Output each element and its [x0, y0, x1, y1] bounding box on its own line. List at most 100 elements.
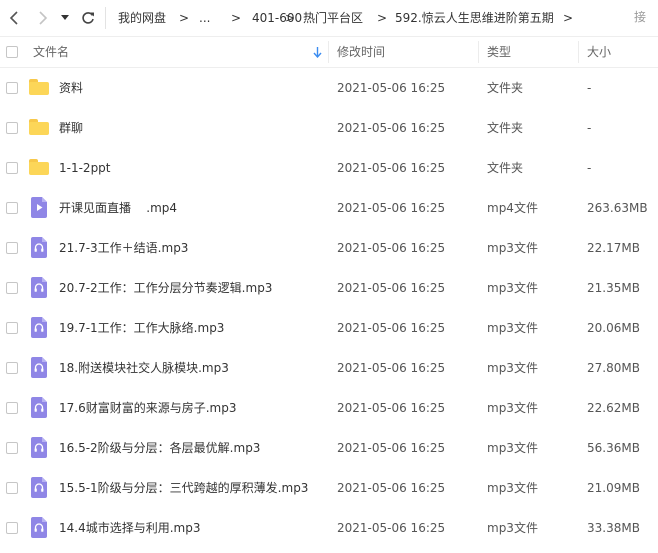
file-type: mp3文件 — [487, 401, 538, 415]
file-size: - — [587, 121, 592, 135]
column-type-header[interactable]: 类型 — [487, 37, 511, 67]
forward-button[interactable] — [32, 7, 54, 29]
file-type: 文件夹 — [487, 161, 524, 175]
select-all-checkbox[interactable] — [6, 46, 18, 58]
file-row[interactable]: 21.7-3工作＋结语.mp3 2021-05-06 16:25 mp3文件 22.1… — [0, 228, 658, 268]
file-name[interactable]: 群聊 — [59, 120, 83, 136]
breadcrumb-separator: > — [285, 11, 296, 25]
file-type: mp4文件 — [487, 201, 538, 215]
file-row[interactable]: 17.6财富财富的来源与房子.mp3 2021-05-06 16:25 mp3文件 2… — [0, 388, 658, 428]
file-name[interactable]: 14.4城市选择与利用.mp3 — [59, 520, 200, 536]
file-row[interactable]: 资料 2021-05-06 16:25 文件夹 - — [0, 68, 658, 108]
row-checkbox[interactable] — [6, 362, 18, 374]
column-divider[interactable] — [328, 41, 329, 63]
row-checkbox[interactable] — [6, 162, 18, 174]
row-checkbox[interactable] — [6, 442, 18, 454]
chevron-left-icon — [9, 11, 18, 25]
column-divider[interactable] — [578, 41, 579, 63]
breadcrumb-separator: > — [179, 11, 190, 25]
file-modified-time: 2021-05-06 16:25 — [337, 361, 446, 375]
folder-icon — [29, 119, 49, 135]
row-checkbox[interactable] — [6, 242, 18, 254]
sort-arrow-down-icon[interactable] — [313, 47, 322, 58]
history-dropdown-button[interactable] — [57, 7, 73, 29]
file-name[interactable]: 16.5-2阶级与分层：各层最优解.mp3 — [59, 440, 260, 456]
file-row[interactable]: 20.7-2工作：工作分层分节奏逻辑.mp3 2021-05-06 16:25 mp… — [0, 268, 658, 308]
file-name[interactable]: 17.6财富财富的来源与房子.mp3 — [59, 400, 236, 416]
audio-file-icon — [31, 477, 47, 498]
file-type: mp3文件 — [487, 441, 538, 455]
row-checkbox[interactable] — [6, 282, 18, 294]
file-modified-time: 2021-05-06 16:25 — [337, 201, 446, 215]
column-name-header[interactable]: 文件名 — [33, 37, 69, 67]
file-modified-time: 2021-05-06 16:25 — [337, 281, 446, 295]
file-size: 21.35MB — [587, 281, 640, 295]
column-modified-header[interactable]: 修改时间 — [337, 37, 385, 67]
folder-icon — [29, 159, 49, 175]
file-type: mp3文件 — [487, 321, 538, 335]
audio-file-icon — [31, 317, 47, 338]
file-modified-time: 2021-05-06 16:25 — [337, 521, 446, 535]
file-name[interactable]: 15.5-1阶级与分层：三代跨越的厚积薄发.mp3 — [59, 480, 308, 496]
file-row[interactable]: 18.附送模块社交人脉模块.mp3 2021-05-06 16:25 mp3文件 27… — [0, 348, 658, 388]
breadcrumb-separator: > — [563, 11, 574, 25]
folder-icon — [29, 79, 49, 95]
column-header: 文件名 修改时间 类型 大小 — [0, 36, 658, 68]
column-size-header[interactable]: 大小 — [587, 37, 611, 67]
file-row[interactable]: 16.5-2阶级与分层：各层最优解.mp3 2021-05-06 16:25 mp3… — [0, 428, 658, 468]
file-modified-time: 2021-05-06 16:25 — [337, 241, 446, 255]
file-row[interactable]: 1-1-2ppt 2021-05-06 16:25 文件夹 - — [0, 148, 658, 188]
breadcrumb-root[interactable]: 我的网盘 — [118, 10, 166, 26]
file-type: mp3文件 — [487, 281, 538, 295]
row-checkbox[interactable] — [6, 322, 18, 334]
file-size: 22.17MB — [587, 241, 640, 255]
row-checkbox[interactable] — [6, 482, 18, 494]
chevron-right-icon — [39, 11, 48, 25]
file-name[interactable]: 19.7-1工作：工作大脉络.mp3 — [59, 320, 224, 336]
file-row[interactable]: 14.4城市选择与利用.mp3 2021-05-06 16:25 mp3文件 33.3… — [0, 508, 658, 548]
row-checkbox[interactable] — [6, 202, 18, 214]
refresh-button[interactable] — [77, 7, 99, 29]
caret-down-icon — [61, 15, 69, 20]
row-checkbox[interactable] — [6, 522, 18, 534]
file-name[interactable]: 20.7-2工作：工作分层分节奏逻辑.mp3 — [59, 280, 272, 296]
file-type: 文件夹 — [487, 81, 524, 95]
breadcrumb-item[interactable]: 热门平台区 — [303, 10, 363, 26]
video-file-icon — [31, 197, 47, 218]
file-row[interactable]: 19.7-1工作：工作大脉络.mp3 2021-05-06 16:25 mp3文件 2… — [0, 308, 658, 348]
file-modified-time: 2021-05-06 16:25 — [337, 81, 446, 95]
file-name[interactable]: 18.附送模块社交人脉模块.mp3 — [59, 360, 229, 376]
file-row[interactable]: 群聊 2021-05-06 16:25 文件夹 - — [0, 108, 658, 148]
file-type: mp3文件 — [487, 361, 538, 375]
breadcrumb-separator: > — [377, 11, 388, 25]
file-name[interactable]: 开课见面直播 .mp4 — [59, 200, 177, 216]
file-size: 263.63MB — [587, 201, 648, 215]
file-size: 21.09MB — [587, 481, 640, 495]
file-modified-time: 2021-05-06 16:25 — [337, 481, 446, 495]
nav-divider — [105, 7, 106, 29]
file-row[interactable]: 开课见面直播 .mp4 2021-05-06 16:25 mp4文件 263.63MB — [0, 188, 658, 228]
file-name[interactable]: 1-1-2ppt — [59, 160, 111, 176]
file-size: 20.06MB — [587, 321, 640, 335]
file-row[interactable]: 15.5-1阶级与分层：三代跨越的厚积薄发.mp3 2021-05-06 16:2… — [0, 468, 658, 508]
row-checkbox[interactable] — [6, 82, 18, 94]
file-size: 27.80MB — [587, 361, 640, 375]
row-checkbox[interactable] — [6, 402, 18, 414]
file-type: mp3文件 — [487, 241, 538, 255]
breadcrumb-current[interactable]: 592.惊云人生思维进阶第五期 — [395, 10, 554, 26]
back-button[interactable] — [4, 7, 26, 29]
file-size: - — [587, 161, 592, 175]
refresh-icon — [82, 12, 94, 24]
file-modified-time: 2021-05-06 16:25 — [337, 321, 446, 335]
row-checkbox[interactable] — [6, 122, 18, 134]
file-size: 22.62MB — [587, 401, 640, 415]
breadcrumb-ellipsis[interactable]: ... — [199, 10, 210, 26]
toolbar-clipped-label[interactable]: 接 — [634, 8, 646, 25]
file-name[interactable]: 资料 — [59, 80, 83, 96]
column-divider[interactable] — [478, 41, 479, 63]
audio-file-icon — [31, 357, 47, 378]
audio-file-icon — [31, 517, 47, 538]
file-modified-time: 2021-05-06 16:25 — [337, 401, 446, 415]
file-name[interactable]: 21.7-3工作＋结语.mp3 — [59, 240, 188, 256]
file-modified-time: 2021-05-06 16:25 — [337, 441, 446, 455]
